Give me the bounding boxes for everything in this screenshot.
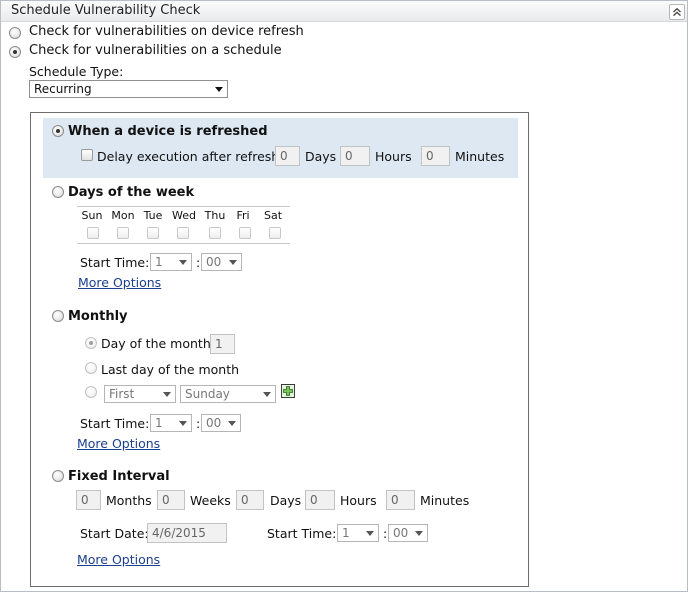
- delay-minutes-label: Minutes: [455, 149, 505, 164]
- schedule-type-label: Schedule Type:: [29, 64, 124, 79]
- fixed-months-input[interactable]: 0: [76, 490, 101, 510]
- panel-header: Schedule Vulnerability Check: [1, 1, 687, 22]
- delay-days-input[interactable]: 0: [275, 146, 300, 166]
- days-of-week-label: Days of the week: [68, 185, 195, 200]
- day-of-month-input[interactable]: 1: [210, 334, 235, 354]
- weekday-sat-checkbox[interactable]: [269, 227, 281, 239]
- start-date-input[interactable]: 4/6/2015: [147, 523, 227, 543]
- weekday-sat-label: Sat: [263, 209, 283, 222]
- fixed-hours-input[interactable]: 0: [305, 490, 335, 510]
- schedule-type-value: Recurring: [34, 82, 92, 96]
- chevron-down-icon: [229, 260, 237, 265]
- fixed-days-label: Days: [270, 493, 302, 508]
- weekday-value: Sunday: [185, 387, 230, 401]
- add-icon[interactable]: [281, 384, 295, 398]
- fixed-interval-radio[interactable]: [52, 470, 64, 482]
- last-day-label: Last day of the month: [101, 362, 240, 377]
- schedule-type-select[interactable]: Recurring: [29, 80, 228, 98]
- weekday-footer-rule: [77, 243, 290, 244]
- delay-days-label: Days: [305, 149, 337, 164]
- weekday-wed-label: Wed: [172, 209, 196, 222]
- monthly-minute-select[interactable]: 00: [201, 414, 241, 432]
- fixed-minute-select[interactable]: 00: [388, 524, 428, 542]
- delay-execution-checkbox[interactable]: [81, 149, 93, 161]
- day-of-month-label: Day of the month:: [101, 336, 215, 351]
- weekday-tue-label: Tue: [143, 209, 163, 222]
- chevron-down-icon: [263, 392, 271, 397]
- ordinal-value: First: [109, 387, 135, 401]
- day-of-month-radio[interactable]: [85, 337, 97, 349]
- weekday-fri-label: Fri: [236, 209, 250, 222]
- start-date-label: Start Date:: [80, 526, 149, 541]
- weekly-minute-value: 00: [206, 255, 222, 269]
- weekday-tue-checkbox[interactable]: [147, 227, 159, 239]
- fixed-minutes-input[interactable]: 0: [386, 490, 415, 510]
- fixed-start-time-label: Start Time:: [267, 526, 337, 541]
- weekly-hour-select[interactable]: 1: [150, 253, 192, 271]
- weekday-select[interactable]: Sunday: [180, 385, 276, 403]
- weekday-thu-label: Thu: [204, 209, 226, 222]
- weekday-mon-checkbox[interactable]: [117, 227, 129, 239]
- weekly-more-options-link[interactable]: More Options: [78, 275, 161, 290]
- chevron-down-icon: [215, 87, 223, 92]
- weekday-fri-checkbox[interactable]: [239, 227, 251, 239]
- weekly-start-time-label: Start Time:: [80, 255, 150, 270]
- when-refreshed-label: When a device is refreshed: [68, 124, 268, 139]
- fixed-interval-label: Fixed Interval: [68, 469, 170, 484]
- panel-title: Schedule Vulnerability Check: [11, 3, 201, 18]
- fixed-minute-value: 00: [393, 526, 409, 540]
- fixed-minutes-label: Minutes: [420, 493, 470, 508]
- fixed-weeks-label: Weeks: [190, 493, 231, 508]
- fixed-time-separator: :: [383, 526, 388, 541]
- fixed-days-input[interactable]: 0: [236, 490, 264, 510]
- weekly-hour-value: 1: [155, 255, 163, 269]
- fixed-weeks-input[interactable]: 0: [157, 490, 185, 510]
- on-refresh-radio[interactable]: [9, 27, 21, 39]
- monthly-start-time-label: Start Time:: [80, 416, 150, 431]
- on-schedule-radio[interactable]: [9, 46, 21, 58]
- delay-minutes-input[interactable]: 0: [421, 146, 450, 166]
- delay-execution-label: Delay execution after refresh:: [97, 149, 284, 164]
- delay-hours-label: Hours: [375, 149, 412, 164]
- weekly-minute-select[interactable]: 00: [201, 253, 242, 271]
- delay-hours-input[interactable]: 0: [340, 146, 370, 166]
- fixed-more-options-link[interactable]: More Options: [77, 552, 160, 567]
- weekday-wed-checkbox[interactable]: [177, 227, 189, 239]
- chevron-down-icon: [228, 421, 236, 426]
- weekday-header-rule: [77, 206, 290, 207]
- chevron-down-icon: [163, 392, 171, 397]
- weekday-ordinal-radio[interactable]: [85, 386, 97, 398]
- chevron-down-icon: [179, 260, 187, 265]
- fixed-hour-value: 1: [342, 526, 350, 540]
- on-schedule-label: Check for vulnerabilities on a schedule: [29, 43, 282, 58]
- monthly-time-separator: :: [196, 416, 201, 431]
- chevron-down-icon: [415, 531, 423, 536]
- ordinal-select[interactable]: First: [104, 385, 176, 403]
- monthly-minute-value: 00: [206, 416, 222, 430]
- days-of-week-radio[interactable]: [52, 186, 64, 198]
- weekday-sun-checkbox[interactable]: [87, 227, 99, 239]
- monthly-more-options-link[interactable]: More Options: [77, 436, 160, 451]
- monthly-label: Monthly: [68, 309, 128, 324]
- fixed-hour-select[interactable]: 1: [337, 524, 379, 542]
- monthly-radio[interactable]: [52, 310, 64, 322]
- fixed-hours-label: Hours: [340, 493, 377, 508]
- weekday-mon-label: Mon: [111, 209, 135, 222]
- double-chevron-up-icon[interactable]: [669, 4, 685, 20]
- chevron-down-icon: [179, 421, 187, 426]
- monthly-hour-value: 1: [155, 416, 163, 430]
- last-day-radio[interactable]: [85, 362, 97, 374]
- monthly-hour-select[interactable]: 1: [150, 414, 192, 432]
- weekday-sun-label: Sun: [81, 209, 103, 222]
- weekday-thu-checkbox[interactable]: [209, 227, 221, 239]
- fixed-months-label: Months: [106, 493, 152, 508]
- weekly-time-separator: :: [196, 255, 201, 270]
- on-refresh-label: Check for vulnerabilities on device refr…: [29, 24, 304, 39]
- chevron-down-icon: [366, 531, 374, 536]
- when-refreshed-radio[interactable]: [52, 125, 64, 137]
